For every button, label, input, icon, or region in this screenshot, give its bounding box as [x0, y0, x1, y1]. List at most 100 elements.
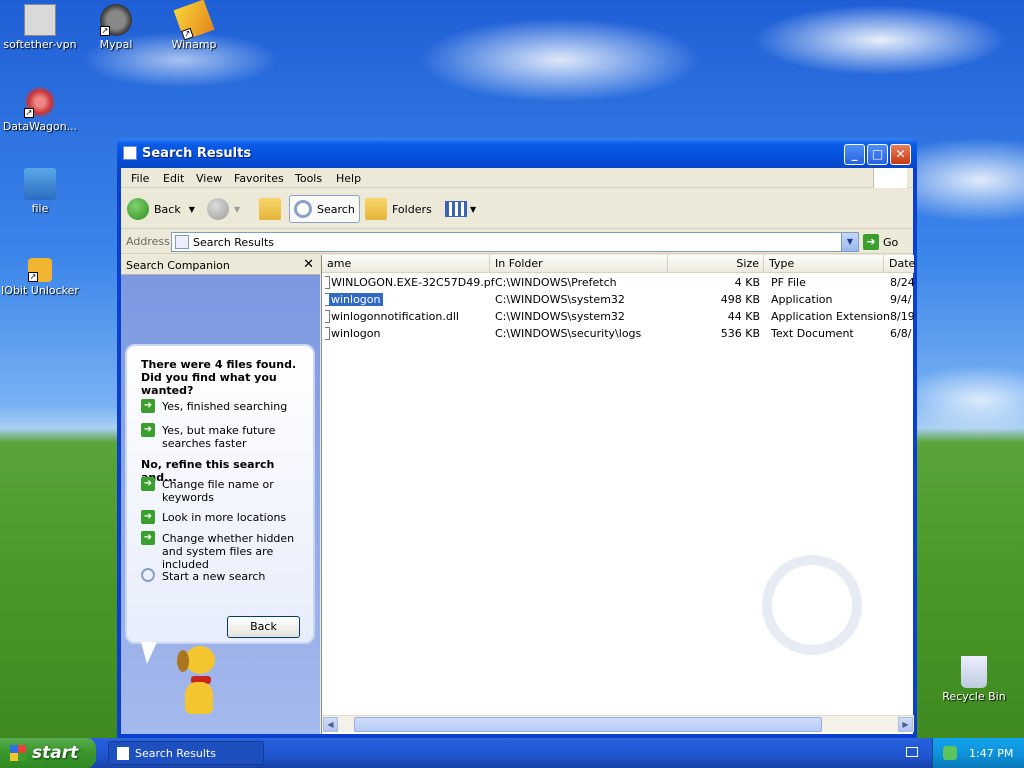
- table-row[interactable]: winlogon C:\WINDOWS\security\logs 536 KB…: [322, 325, 914, 342]
- search-results-icon: [175, 235, 189, 249]
- file-type: Application Extension: [771, 310, 890, 323]
- dropdown-arrow-icon[interactable]: ▼: [470, 205, 476, 214]
- file-name: winlogon: [329, 293, 383, 306]
- file-folder: C:\WINDOWS\system32: [495, 310, 625, 323]
- desktop-icon-label: file: [31, 202, 49, 215]
- green-arrow-icon: ➜: [141, 399, 155, 413]
- results-list: ame In Folder Size Type Date WINLOGON.EX…: [321, 255, 915, 734]
- window-title: Search Results: [142, 146, 252, 161]
- column-date[interactable]: Date: [884, 255, 915, 273]
- file-name: winlogonnotification.dll: [331, 310, 459, 323]
- bubble-tail: [141, 642, 157, 664]
- menu-tools[interactable]: Tools: [295, 172, 322, 185]
- dropdown-arrow-icon[interactable]: ▼: [189, 205, 195, 214]
- address-dropdown-icon[interactable]: ▼: [841, 233, 858, 251]
- iobit-file-icon: [24, 168, 56, 200]
- companion-back-button[interactable]: Back: [227, 616, 300, 638]
- title-bar[interactable]: Search Results _ □ ✕: [117, 138, 917, 168]
- tray-network-icon[interactable]: [943, 746, 957, 760]
- desktop-icon-iobit-unlocker[interactable]: ↗ IObit Unlocker: [0, 250, 80, 297]
- file-folder: C:\WINDOWS\system32: [495, 293, 625, 306]
- up-folder-button[interactable]: [259, 195, 286, 223]
- desktop-icon-label: Mypal: [99, 38, 133, 51]
- link-hidden-files[interactable]: Change whether hidden and system files a…: [162, 532, 307, 571]
- forward-button[interactable]: ▼: [207, 195, 240, 223]
- views-button[interactable]: ▼: [445, 195, 476, 223]
- keyboard-icon[interactable]: [906, 747, 918, 757]
- address-value: Search Results: [193, 236, 275, 249]
- folders-button[interactable]: Folders: [365, 195, 432, 223]
- link-change-file-name[interactable]: Change file name or keywords: [162, 478, 292, 504]
- results-message: There were 4 files found. Did you find w…: [141, 358, 297, 397]
- companion-header: Search Companion ✕: [121, 255, 320, 275]
- menu-edit[interactable]: Edit: [163, 172, 184, 185]
- system-tray: 1:47 PM: [932, 738, 1024, 768]
- go-label: Go: [883, 235, 899, 249]
- watermark-magnifier-icon: [762, 555, 862, 655]
- link-more-locations[interactable]: Look in more locations: [162, 511, 302, 524]
- column-name[interactable]: ame: [322, 255, 490, 273]
- desktop-icon-file[interactable]: file: [0, 168, 80, 215]
- link-new-search[interactable]: Start a new search: [162, 570, 265, 583]
- search-label: Search: [317, 202, 355, 216]
- desktop-icon-datawagon[interactable]: ↗ DataWagon...: [0, 86, 80, 133]
- scroll-right-icon[interactable]: ▶: [898, 717, 913, 732]
- search-window-icon: [123, 146, 137, 160]
- menu-favorites[interactable]: Favorites: [234, 172, 284, 185]
- toolbar: Back ▼ ▼ Search Folders ▼: [121, 189, 913, 229]
- link-yes-finished[interactable]: Yes, finished searching: [162, 400, 302, 413]
- maximize-button[interactable]: □: [867, 144, 888, 165]
- windows-logo-icon: [873, 168, 907, 188]
- column-size[interactable]: Size: [668, 255, 764, 273]
- table-row[interactable]: WINLOGON.EXE-32C57D49.pf C:\WINDOWS\Pref…: [322, 274, 915, 291]
- windows-flag-icon: [10, 745, 26, 761]
- scroll-thumb[interactable]: [354, 717, 822, 732]
- up-folder-icon: [259, 198, 281, 220]
- menu-help[interactable]: Help: [336, 172, 361, 185]
- table-row[interactable]: winlogonnotification.dll C:\WINDOWS\syst…: [322, 308, 915, 325]
- file-size: 4 KB: [734, 276, 760, 289]
- start-label: start: [32, 743, 79, 763]
- link-yes-faster[interactable]: Yes, but make future searches faster: [162, 424, 302, 450]
- minimize-button[interactable]: _: [844, 144, 865, 165]
- file-icon: [325, 327, 330, 340]
- file-size: 44 KB: [727, 310, 760, 323]
- address-bar: Address Search Results ▼ ➜ Go: [121, 230, 913, 254]
- companion-bubble: There were 4 files found. Did you find w…: [125, 344, 315, 664]
- desktop-icon-mypal[interactable]: ↗ Mypal: [76, 4, 156, 51]
- close-companion-icon[interactable]: ✕: [303, 257, 314, 272]
- desktop-icon-winamp[interactable]: ↗ Winamp: [154, 0, 234, 51]
- desktop-icon-softether[interactable]: softether-vpn: [0, 4, 80, 51]
- file-date: 9/4/: [890, 293, 912, 306]
- file-type: Text Document: [771, 327, 854, 340]
- menu-file[interactable]: File: [131, 172, 149, 185]
- file-type: PF File: [771, 276, 806, 289]
- column-in-folder[interactable]: In Folder: [490, 255, 668, 273]
- views-icon: [445, 201, 467, 217]
- green-arrow-icon: ➜: [141, 477, 155, 491]
- clock[interactable]: 1:47 PM: [969, 747, 1013, 760]
- file-folder: C:\WINDOWS\Prefetch: [495, 276, 617, 289]
- scroll-left-icon[interactable]: ◀: [323, 717, 338, 732]
- close-button[interactable]: ✕: [890, 144, 911, 165]
- horizontal-scrollbar[interactable]: ◀ ▶: [322, 715, 914, 732]
- column-type[interactable]: Type: [764, 255, 884, 273]
- desktop-icon-label: IObit Unlocker: [1, 284, 79, 297]
- dropdown-arrow-icon[interactable]: ▼: [234, 205, 240, 214]
- search-button[interactable]: Search: [289, 195, 360, 223]
- go-button[interactable]: ➜ Go: [863, 232, 898, 252]
- address-input[interactable]: Search Results ▼: [171, 232, 859, 252]
- table-row[interactable]: winlogon C:\WINDOWS\system32 498 KB Appl…: [322, 291, 914, 308]
- menu-view[interactable]: View: [196, 172, 222, 185]
- back-arrow-icon: [127, 198, 149, 220]
- back-button[interactable]: Back ▼: [127, 195, 195, 223]
- mypal-icon: ↗: [100, 4, 132, 36]
- taskbar-item-search-results[interactable]: Search Results: [108, 741, 264, 765]
- rover-dog-icon[interactable]: [171, 646, 231, 716]
- start-button[interactable]: start: [0, 738, 96, 768]
- file-folder: C:\WINDOWS\security\logs: [495, 327, 642, 340]
- folders-label: Folders: [392, 202, 432, 216]
- search-companion-pane: Search Companion ✕ There were 4 files fo…: [121, 255, 320, 734]
- file-size: 498 KB: [720, 293, 760, 306]
- desktop-icon-recycle-bin[interactable]: Recycle Bin: [934, 656, 1014, 703]
